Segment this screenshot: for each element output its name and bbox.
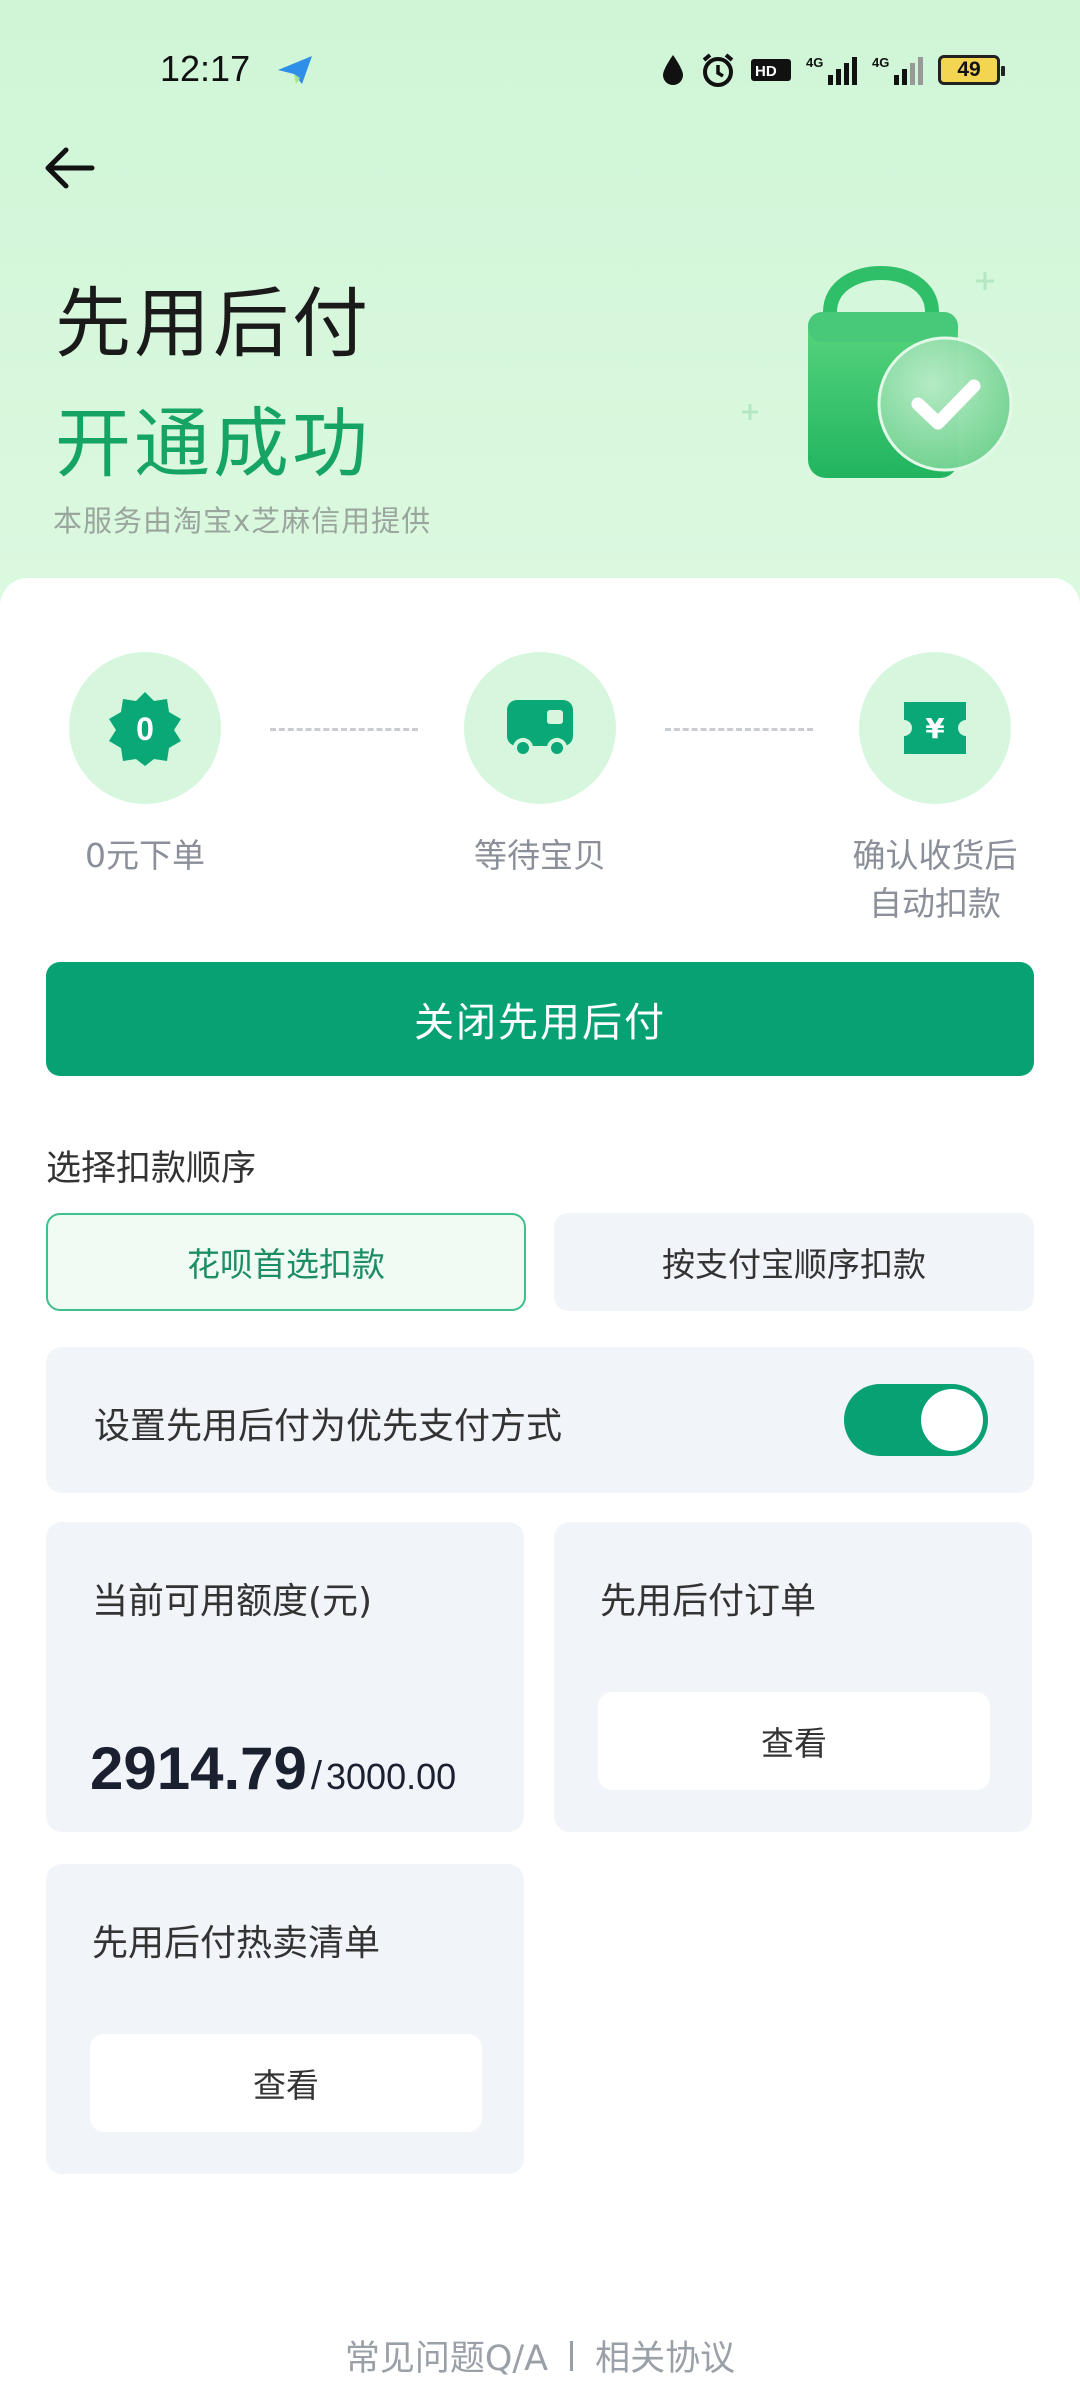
provider-note: 本服务由淘宝x芝麻信用提供 xyxy=(53,504,432,538)
step-label: 0元下单 xyxy=(85,836,205,875)
preferred-payment-row: 设置先用后付为优先支付方式 xyxy=(46,1347,1034,1493)
quota-separator: / xyxy=(310,1754,323,1798)
zero-badge-text: 0 xyxy=(136,711,154,747)
footer-divider xyxy=(570,2340,574,2371)
step-circle xyxy=(464,652,616,804)
view-hot-list-button[interactable]: 查看 xyxy=(90,2034,482,2132)
zero-badge-icon: 0 xyxy=(109,692,181,766)
step-auto-deduct: ¥ 确认收货后 自动扣款 xyxy=(805,652,1065,928)
orders-title: 先用后付订单 xyxy=(600,1581,817,1622)
preferred-payment-toggle[interactable] xyxy=(844,1384,988,1456)
toggle-knob xyxy=(921,1389,983,1451)
yuan-ticket-text: ¥ xyxy=(925,712,945,745)
agreement-link[interactable]: 相关协议 xyxy=(595,2330,735,2381)
battery-level: 49 xyxy=(957,58,981,81)
step-label: 等待宝贝 xyxy=(474,836,606,875)
hd-icon: HD xyxy=(751,59,791,81)
quota-title: 当前可用额度(元) xyxy=(92,1581,373,1622)
quota-value: 2914.79 / 3000.00 xyxy=(90,1734,456,1803)
step-label: 确认收货后 自动扣款 xyxy=(805,832,1065,928)
step-label-line2: 自动扣款 xyxy=(869,884,1001,923)
orders-tile: 先用后付订单 查看 xyxy=(554,1522,1032,1832)
signal-4g-icon: 4G xyxy=(872,55,923,85)
page-title: 先用后付 xyxy=(55,279,371,368)
view-orders-button[interactable]: 查看 xyxy=(598,1692,990,1790)
faq-link[interactable]: 常见问题Q/A xyxy=(345,2330,548,2381)
step-circle: ¥ xyxy=(859,652,1011,804)
svg-text:4G: 4G xyxy=(872,55,889,70)
quota-available: 2914.79 xyxy=(90,1735,307,1802)
success-subtitle: 开通成功 xyxy=(55,399,371,488)
footer-links: 常见问题Q/A 相关协议 xyxy=(0,2330,1080,2381)
deduction-order-label: 选择扣款顺序 xyxy=(46,1149,257,1189)
close-pay-later-button[interactable]: 关闭先用后付 xyxy=(46,962,1034,1076)
option-huabei-first[interactable]: 花呗首选扣款 xyxy=(46,1213,526,1311)
water-drop-icon xyxy=(663,55,683,85)
step-connector xyxy=(270,728,418,731)
step-order: 0 0元下单 xyxy=(15,652,275,880)
hot-list-title: 先用后付热卖清单 xyxy=(92,1923,381,1964)
hot-list-tile: 先用后付热卖清单 查看 xyxy=(46,1864,524,2174)
step-connector xyxy=(665,728,813,731)
svg-text:4G: 4G xyxy=(806,55,823,70)
step-wait: 等待宝贝 xyxy=(410,652,670,880)
status-time: 12:17 xyxy=(160,48,251,89)
option-alipay-order[interactable]: 按支付宝顺序扣款 xyxy=(554,1213,1034,1311)
back-arrow-icon[interactable] xyxy=(40,140,104,196)
step-label-line1: 确认收货后 xyxy=(852,836,1018,875)
truck-icon xyxy=(507,700,573,758)
quota-tile: 当前可用额度(元) 2914.79 / 3000.00 xyxy=(46,1522,524,1832)
status-icons: HD 4G 4G 49 xyxy=(660,50,1005,90)
preferred-payment-label: 设置先用后付为优先支付方式 xyxy=(94,1406,563,1447)
alarm-icon xyxy=(702,53,734,87)
quota-total: 3000.00 xyxy=(326,1756,457,1797)
battery-icon: 49 xyxy=(938,55,1005,85)
signal-4g-icon: 4G xyxy=(806,55,857,85)
shopping-bag-check-icon xyxy=(742,266,1013,478)
app-plane-icon xyxy=(278,56,312,84)
yuan-ticket-icon: ¥ xyxy=(904,702,966,754)
svg-text:HD: HD xyxy=(755,63,777,80)
step-circle: 0 xyxy=(69,652,221,804)
